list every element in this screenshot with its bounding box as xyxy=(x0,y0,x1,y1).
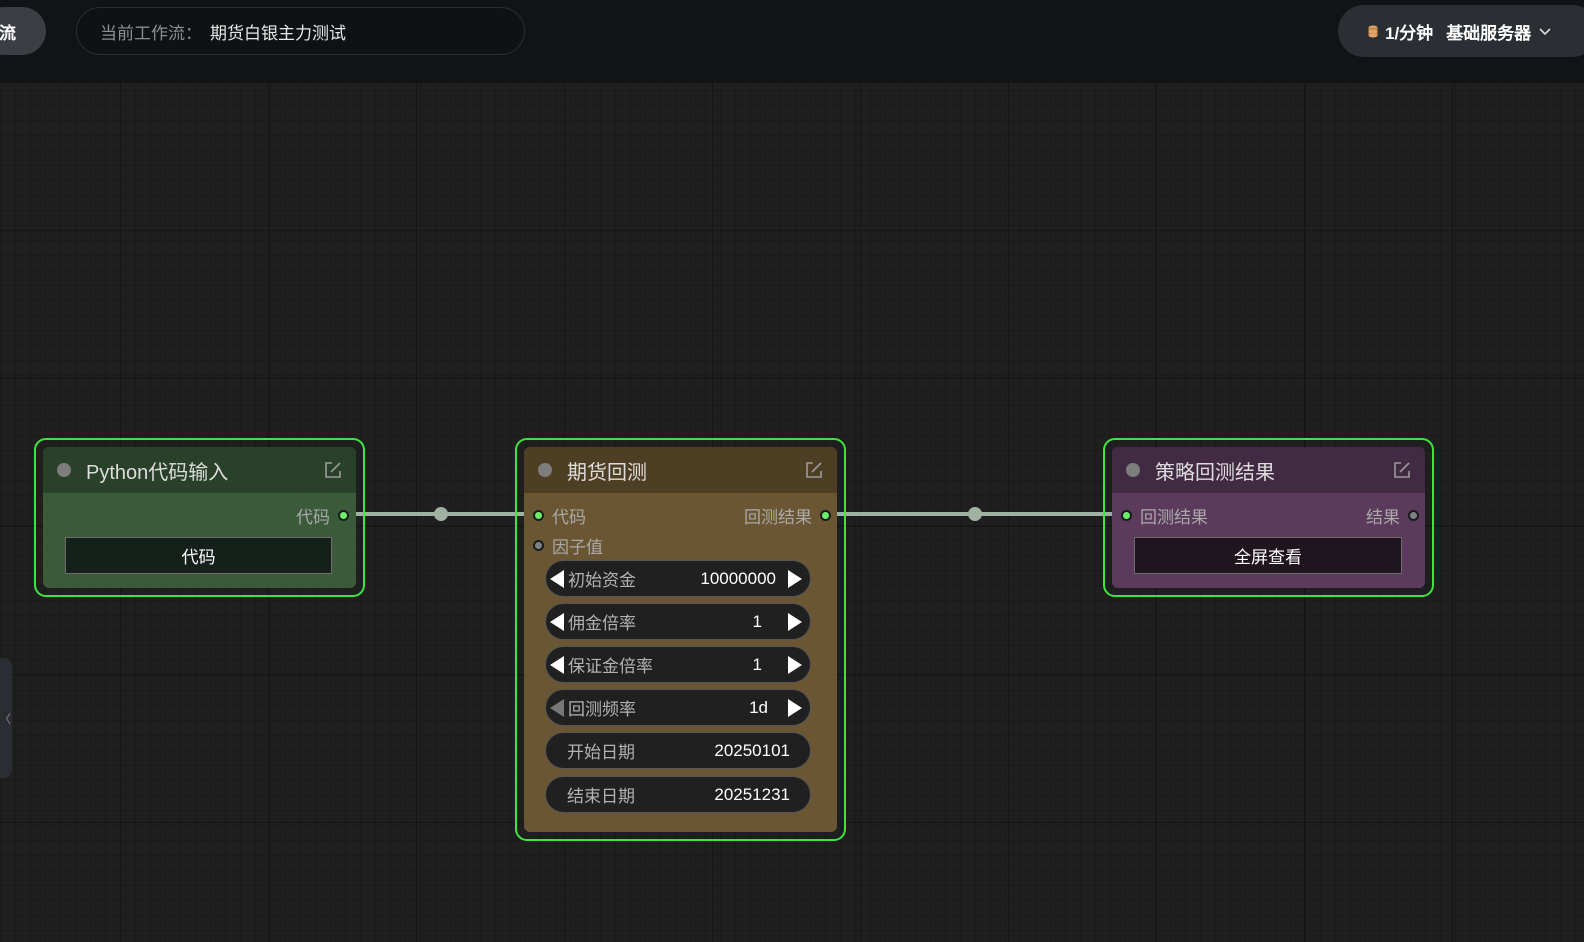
widget-value[interactable]: 10000000 xyxy=(700,569,776,589)
margin-rate-widget[interactable]: 保证金倍率 1 xyxy=(545,646,811,683)
top-bar: 流 当前工作流： 期货白银主力测试 1/分钟 基础服务器 xyxy=(0,0,1584,82)
current-workflow-field[interactable]: 当前工作流： 期货白银主力测试 xyxy=(76,7,525,55)
output-port-result[interactable] xyxy=(1408,509,1419,521)
widget-label: 佣金倍率 xyxy=(568,614,636,633)
commission-rate-widget[interactable]: 佣金倍率 1 xyxy=(545,603,811,640)
end-date-widget[interactable]: 结束日期 20251231 xyxy=(545,776,811,813)
input-label-factor: 因子值 xyxy=(552,537,603,557)
widget-label: 开始日期 xyxy=(567,743,635,762)
edit-icon[interactable] xyxy=(1392,460,1412,480)
python-code-node[interactable]: Python代码输入 代码 代码 xyxy=(34,438,365,597)
futures-backtest-node[interactable]: 期货回测 代码 回测结果 因子值 初始资金 10000000 佣金倍率 1 保证… xyxy=(515,438,846,841)
edit-icon[interactable] xyxy=(804,460,824,480)
node-header[interactable]: 策略回测结果 xyxy=(1112,447,1425,493)
backtest-frequency-widget[interactable]: 回测频率 1d xyxy=(545,689,811,726)
chevron-down-icon xyxy=(1539,28,1551,36)
node-title: 期货回测 xyxy=(567,461,647,484)
widget-value[interactable]: 20250101 xyxy=(714,741,790,761)
increment-arrow-icon[interactable] xyxy=(784,646,806,683)
widget-label: 初始资金 xyxy=(568,571,636,590)
output-port-backtest-result[interactable] xyxy=(820,509,831,521)
widget-value[interactable]: 1 xyxy=(753,655,762,675)
input-label-backtest-result: 回测结果 xyxy=(1140,507,1208,527)
node-header[interactable]: Python代码输入 xyxy=(43,447,356,493)
widget-value[interactable]: 20251231 xyxy=(714,785,790,805)
decrement-arrow-icon[interactable] xyxy=(546,603,568,640)
side-panel-glyph: 〈 xyxy=(0,712,12,726)
input-port-backtest-result[interactable] xyxy=(1121,509,1132,521)
status-dot xyxy=(57,463,71,477)
link-midpoint-1[interactable] xyxy=(434,507,448,521)
widget-value[interactable]: 1 xyxy=(753,612,762,632)
output-label-backtest-result: 回测结果 xyxy=(744,507,812,527)
start-date-widget[interactable]: 开始日期 20250101 xyxy=(545,732,811,769)
status-dot xyxy=(538,463,552,477)
coin-icon xyxy=(1368,25,1378,37)
workflow-menu-button[interactable]: 流 xyxy=(0,7,46,55)
edit-icon[interactable] xyxy=(323,460,343,480)
decrement-arrow-icon[interactable] xyxy=(546,646,568,683)
rate-text: 1/分钟 xyxy=(1385,23,1434,43)
server-selector[interactable]: 1/分钟 基础服务器 xyxy=(1338,5,1584,57)
input-label-code: 代码 xyxy=(552,507,586,527)
strategy-result-node[interactable]: 策略回测结果 回测结果 结果 全屏查看 xyxy=(1103,438,1434,597)
output-label-result: 结果 xyxy=(1366,507,1400,527)
decrement-arrow-icon[interactable] xyxy=(546,560,568,597)
node-title: 策略回测结果 xyxy=(1155,461,1275,484)
code-button[interactable]: 代码 xyxy=(65,537,332,574)
link-midpoint-2[interactable] xyxy=(968,507,982,521)
widget-value[interactable]: 1d xyxy=(749,698,768,718)
input-port-code[interactable] xyxy=(533,509,544,521)
initial-capital-widget[interactable]: 初始资金 10000000 xyxy=(545,560,811,597)
status-dot xyxy=(1126,463,1140,477)
increment-arrow-icon[interactable] xyxy=(784,560,806,597)
increment-arrow-icon[interactable] xyxy=(784,689,806,726)
current-workflow-name: 期货白银主力测试 xyxy=(210,23,346,43)
output-label-code: 代码 xyxy=(296,507,330,527)
widget-label: 保证金倍率 xyxy=(568,657,653,676)
node-header[interactable]: 期货回测 xyxy=(524,447,837,493)
widget-label: 回测频率 xyxy=(568,700,636,719)
widget-label: 结束日期 xyxy=(567,787,635,806)
side-panel-toggle[interactable]: 〈 xyxy=(0,658,12,778)
input-port-factor[interactable] xyxy=(533,539,544,551)
increment-arrow-icon[interactable] xyxy=(784,603,806,640)
node-title: Python代码输入 xyxy=(86,461,229,484)
fullscreen-view-button[interactable]: 全屏查看 xyxy=(1134,537,1402,574)
decrement-arrow-icon[interactable] xyxy=(546,689,568,726)
server-name: 基础服务器 xyxy=(1446,23,1532,43)
current-workflow-label: 当前工作流： xyxy=(100,23,202,43)
output-port-code[interactable] xyxy=(338,509,349,521)
